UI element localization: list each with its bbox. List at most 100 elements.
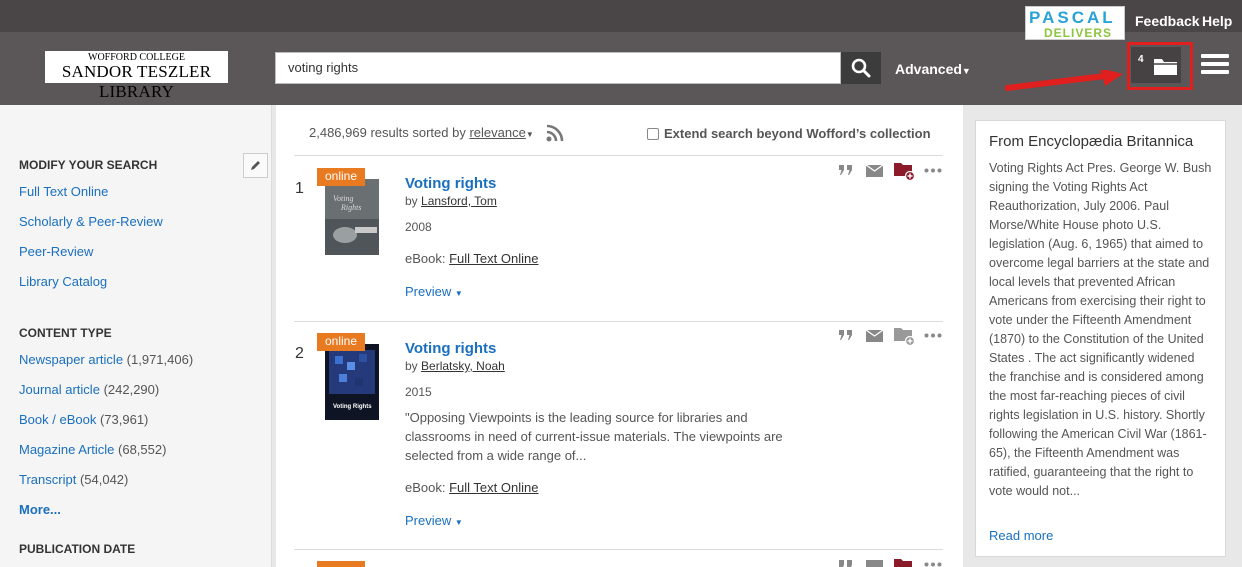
results-summary: 2,486,969 results sorted by relevance▼ (309, 125, 534, 140)
results-divider (294, 549, 943, 550)
edit-search-button[interactable] (243, 153, 268, 178)
format-label: eBook: (405, 251, 446, 266)
content-type-transcript[interactable]: Transcript (54,042) (19, 472, 128, 487)
pascal-logo-line1: PASCAL (1029, 8, 1116, 27)
britannica-title: From Encyclopædia Britannica (989, 133, 1194, 150)
online-badge (317, 561, 365, 567)
library-logo-line2: SANDOR TESZLER LIBRARY (61, 62, 212, 101)
content-type-journal[interactable]: Journal article (242,290) (19, 382, 159, 397)
preview-label: Preview (405, 513, 452, 528)
content-type-label: Book / eBook (19, 412, 97, 427)
search-button[interactable] (841, 52, 881, 84)
hamburger-menu-button[interactable] (1201, 54, 1229, 80)
cite-icon[interactable] (838, 163, 854, 177)
filter-peer-review[interactable]: Peer-Review (19, 244, 93, 259)
full-text-online-link[interactable]: Full Text Online (449, 251, 538, 266)
cite-icon[interactable] (838, 558, 854, 567)
online-badge: online (317, 168, 365, 186)
pascal-logo-line2: DELIVERS (1044, 26, 1113, 40)
more-actions-icon[interactable] (924, 562, 942, 567)
menu-bar-icon (1201, 70, 1229, 74)
highlight-box-annotation (1127, 42, 1193, 90)
format-label: eBook: (405, 480, 446, 495)
caret-down-icon: ▼ (454, 518, 463, 527)
menu-bar-icon (1201, 62, 1229, 66)
pascal-delivers-logo[interactable]: PASCAL DELIVERS (1025, 6, 1125, 40)
search-input[interactable]: voting rights (275, 52, 841, 84)
content-type-count: (242,290) (103, 382, 160, 397)
book-cover-thumbnail[interactable]: Voting Rights (325, 344, 379, 420)
content-type-magazine[interactable]: Magazine Article (68,552) (19, 442, 166, 457)
content-type-label: Journal article (19, 382, 100, 397)
more-actions-icon[interactable] (924, 333, 942, 338)
email-icon[interactable] (866, 330, 883, 342)
rss-icon[interactable] (545, 123, 565, 143)
cite-icon[interactable] (838, 328, 854, 342)
caret-down-icon: ▼ (961, 66, 971, 76)
search-icon (851, 58, 871, 78)
content-type-book[interactable]: Book / eBook (73,961) (19, 412, 148, 427)
preview-toggle[interactable]: Preview ▼ (405, 284, 463, 299)
publication-date-heading: PUBLICATION DATE (19, 542, 136, 556)
svg-text:Voting: Voting (333, 194, 353, 203)
result-title-link[interactable]: Voting rights (405, 340, 496, 357)
result-title-link[interactable]: Voting rights (405, 175, 496, 192)
result-year: 2015 (405, 385, 432, 399)
result-description: "Opposing Viewpoints is the leading sour… (405, 410, 783, 463)
preview-toggle[interactable]: Preview ▼ (405, 513, 463, 528)
modify-search-heading: MODIFY YOUR SEARCH (19, 158, 158, 172)
content-type-count: (1,971,406) (126, 352, 194, 367)
content-type-count: (54,042) (79, 472, 129, 487)
content-type-label: Transcript (19, 472, 77, 487)
online-badge: online (317, 333, 365, 351)
content-type-count: (68,552) (118, 442, 167, 457)
filter-library-catalog[interactable]: Library Catalog (19, 274, 107, 289)
preview-label: Preview (405, 284, 452, 299)
author-by-label: by (405, 194, 418, 208)
red-arrow-annotation (1005, 70, 1123, 91)
library-logo[interactable]: WOFFORD COLLEGE SANDOR TESZLER LIBRARY (45, 51, 228, 101)
sort-dropdown[interactable]: relevance (469, 125, 525, 140)
filter-scholarly-peer-review[interactable]: Scholarly & Peer-Review (19, 214, 163, 229)
header-bar: WOFFORD COLLEGE SANDOR TESZLER LIBRARY v… (0, 32, 1242, 105)
read-more-link[interactable]: Read more (989, 528, 1053, 543)
help-link[interactable]: Help (1202, 13, 1232, 29)
saved-folder-icon[interactable] (894, 161, 916, 181)
results-divider (294, 155, 943, 156)
results-count: 2,486,969 results sorted by (309, 125, 466, 140)
extend-search-checkbox[interactable]: Extend search beyond Wofford’s collectio… (647, 126, 931, 141)
caret-down-icon: ▼ (454, 289, 463, 298)
result-format: eBook: Full Text Online (405, 251, 538, 266)
email-icon[interactable] (866, 165, 883, 177)
book-cover-thumbnail[interactable]: Voting Rights (325, 179, 379, 255)
add-to-folder-icon[interactable] (894, 326, 916, 346)
advanced-search-dropdown[interactable]: Advanced▼ (895, 61, 971, 77)
svg-text:Rights: Rights (340, 203, 361, 212)
content-type-newspaper[interactable]: Newspaper article (1,971,406) (19, 352, 193, 367)
content-type-heading: CONTENT TYPE (19, 326, 112, 340)
menu-bar-icon (1201, 54, 1229, 58)
results-divider (294, 321, 943, 322)
result-number: 1 (295, 180, 304, 197)
svg-text:Voting Rights: Voting Rights (333, 404, 372, 410)
email-icon[interactable] (866, 560, 883, 567)
content-type-count: (73,961) (99, 412, 149, 427)
result-author: by Lansford, Tom (405, 194, 497, 208)
saved-folder-icon[interactable] (894, 557, 916, 567)
full-text-online-link[interactable]: Full Text Online (449, 480, 538, 495)
feedback-link[interactable]: Feedback (1135, 13, 1200, 29)
result-author: by Berlatsky, Noah (405, 359, 505, 373)
more-content-types-link[interactable]: More... (19, 502, 61, 517)
result-format: eBook: Full Text Online (405, 480, 538, 495)
checkbox-icon (647, 127, 659, 140)
content-type-label: Magazine Article (19, 442, 115, 457)
britannica-text: Voting Rights Act Pres. George W. Bush s… (989, 161, 1212, 498)
result-number: 2 (295, 345, 304, 362)
pencil-icon (251, 161, 260, 170)
sort-label: relevance (469, 125, 526, 140)
author-link[interactable]: Berlatsky, Noah (421, 359, 505, 373)
more-actions-icon[interactable] (924, 168, 942, 173)
filter-full-text-online[interactable]: Full Text Online (19, 184, 108, 199)
caret-down-icon: ▼ (525, 130, 534, 139)
author-link[interactable]: Lansford, Tom (421, 194, 497, 208)
